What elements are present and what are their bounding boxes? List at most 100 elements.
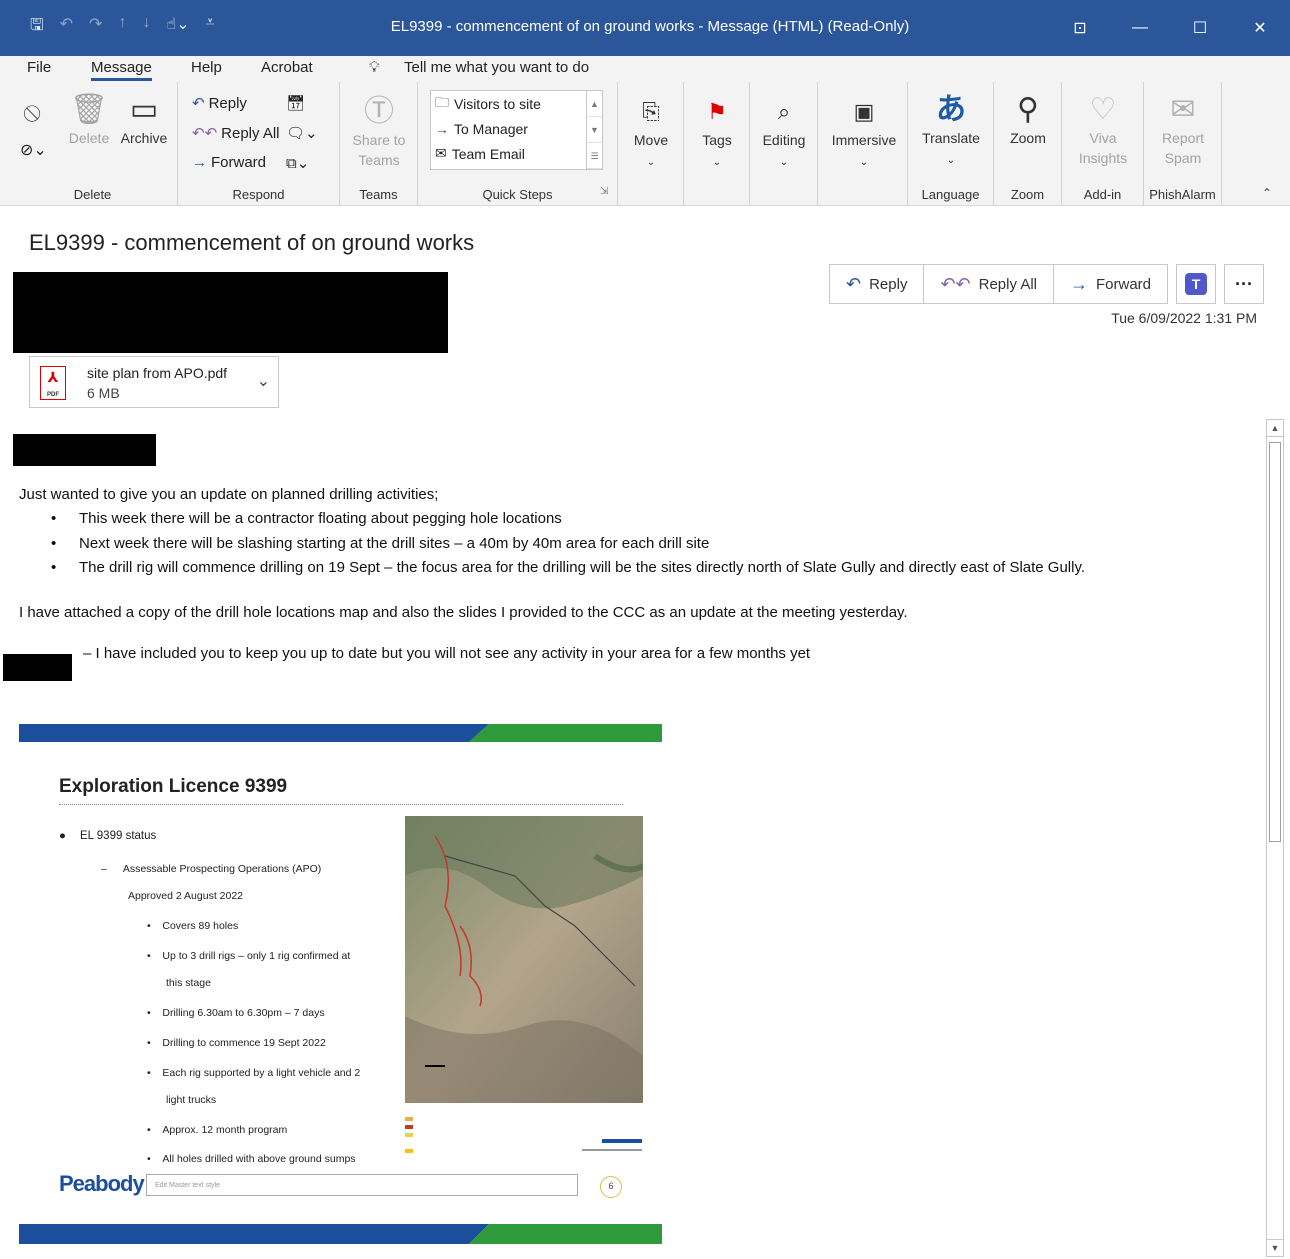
- scroll-down-icon[interactable]: ▼: [587, 117, 602, 143]
- slide-item: • Each rig supported by a light vehicle …: [147, 1067, 361, 1079]
- tab-acrobat[interactable]: Acrobat: [261, 59, 313, 76]
- slide-bullet: ● EL 9399 status: [59, 830, 157, 842]
- forward-button[interactable]: → Forward: [192, 154, 266, 171]
- archive-button[interactable]: ▭ Archive: [114, 92, 174, 148]
- maximize-icon[interactable]: ☐: [1170, 0, 1230, 56]
- reply-button[interactable]: ↶ Reply: [192, 94, 247, 113]
- viva-insights-icon: ♡: [1089, 93, 1117, 126]
- trash-icon: 🗑︎: [69, 93, 109, 126]
- list-item: Next week there will be slashing startin…: [19, 532, 1259, 557]
- scroll-down-icon[interactable]: ▼: [1267, 1239, 1283, 1256]
- more-actions-button[interactable]: ···: [1224, 264, 1264, 304]
- quick-steps-gallery: 🗀 Visitors to site → To Manager ✉ Team Emai…: [430, 90, 603, 171]
- slide-item: • Covers 89 holes: [147, 920, 239, 932]
- scroll-up-icon[interactable]: ▲: [1267, 420, 1283, 437]
- translate-button[interactable]: あ Translate ⌄: [912, 92, 990, 171]
- group-label: Respond: [232, 187, 285, 202]
- reply-all-icon: ↶↶: [192, 125, 218, 142]
- group-label: Quick Steps: [482, 187, 553, 202]
- close-icon[interactable]: ✕: [1230, 0, 1290, 56]
- attachment-card[interactable]: ⅄ PDF site plan from APO.pdf 6 MB ⌄: [29, 356, 279, 408]
- slide-footer-box: Edit Master text style: [146, 1174, 578, 1196]
- arrow-right-icon: →: [435, 120, 449, 137]
- group-label: Zoom: [1010, 187, 1045, 202]
- more-icon[interactable]: ☰: [587, 143, 602, 169]
- group-quick-steps: 🗀 Visitors to site → To Manager ✉ Team Emai…: [418, 82, 618, 206]
- chevron-down-icon[interactable]: ⌄: [257, 371, 270, 391]
- group-language: あ Translate ⌄ Language: [908, 82, 994, 206]
- junk-icon[interactable]: ⊘⌄: [20, 138, 47, 164]
- immersive-button[interactable]: ▣ Immersive ⌄: [824, 94, 904, 173]
- quick-step-manager[interactable]: → To Manager: [431, 116, 602, 141]
- tab-file[interactable]: File: [27, 59, 51, 76]
- zoom-button[interactable]: ⚲ Zoom: [998, 92, 1058, 148]
- ribbon-display-icon[interactable]: ⊡: [1050, 0, 1110, 56]
- slide-item-cont: light trucks: [166, 1094, 217, 1106]
- vertical-scrollbar[interactable]: ▲ ▼: [1266, 419, 1284, 1257]
- group-teams: Ⓣ Share to Teams Teams: [340, 82, 418, 206]
- magnifier-icon: ⚲: [1017, 93, 1039, 126]
- minimize-icon[interactable]: —: [1110, 0, 1170, 56]
- flag-icon: ⚑: [707, 99, 727, 124]
- scroll-up-icon[interactable]: ▲: [587, 91, 602, 117]
- sent-date: Tue 6/09/2022 1:31 PM: [1111, 310, 1257, 326]
- body-paragraph: I have attached a copy of the drill hole…: [19, 603, 908, 621]
- forward-action-button[interactable]: → Forward: [1054, 265, 1167, 303]
- group-immersive: ▣ Immersive ⌄: [818, 82, 908, 206]
- ignore-icon[interactable]: 🚫︎: [22, 102, 42, 128]
- tags-button[interactable]: ⚑ Tags ⌄: [690, 94, 744, 173]
- slide-item: • Up to 3 drill rigs – only 1 rig confir…: [147, 950, 351, 962]
- reply-icon: ↶: [846, 273, 862, 294]
- slide-item: • All holes drilled with above ground su…: [147, 1153, 356, 1165]
- quick-step-team-email[interactable]: ✉ Team Email: [431, 141, 602, 166]
- embedded-slide-image: Exploration Licence 9399 ● EL 9399 status…: [19, 724, 662, 1204]
- reply-all-action-button[interactable]: ↶↶ Reply All: [924, 265, 1054, 303]
- reply-icon: ↶: [192, 95, 205, 112]
- quick-step-visitors[interactable]: 🗀 Visitors to site: [431, 91, 602, 116]
- im-icon[interactable]: 🗨⌄: [286, 124, 318, 142]
- slide-header-bar: [19, 724, 662, 742]
- tell-me-search[interactable]: Tell me what you want to do: [404, 59, 589, 76]
- ribbon-tabs: File Message Help Acrobat 💡︎ Tell me wha…: [0, 56, 1290, 82]
- site-map-image: [405, 816, 643, 1103]
- delete-button[interactable]: 🗑︎ Delete: [64, 92, 114, 148]
- group-phishalarm: ✉ Report Spam PhishAlarm: [1144, 82, 1222, 206]
- group-label: Delete: [73, 187, 112, 202]
- tab-help[interactable]: Help: [191, 59, 222, 76]
- forward-icon: →: [192, 154, 207, 171]
- meeting-icon[interactable]: 📅︎: [286, 94, 305, 112]
- translate-icon: あ: [936, 93, 966, 126]
- share-to-teams-button[interactable]: Ⓣ Share to Teams: [344, 94, 414, 170]
- immersive-reader-icon: ▣: [853, 99, 875, 124]
- list-item: This week there will be a contractor flo…: [19, 507, 1259, 532]
- reply-all-button[interactable]: ↶↶ Reply All: [192, 124, 280, 143]
- report-spam-button[interactable]: ✉ Report Spam: [1148, 92, 1218, 168]
- redacted-greeting: [13, 434, 156, 466]
- slide-divider: [59, 804, 623, 805]
- scroll-thumb[interactable]: [1269, 442, 1281, 842]
- peabody-logo: Peabody: [59, 1171, 145, 1196]
- move-button[interactable]: ⎘ Move ⌄: [624, 94, 678, 173]
- reply-all-icon: ↶↶: [940, 273, 971, 294]
- message-actions: ↶ Reply ↶↶ Reply All → Forward T ···: [829, 264, 1264, 304]
- group-add-in: ♡ Viva Insights Add-in: [1062, 82, 1144, 206]
- map-legend: [402, 1109, 646, 1169]
- teams-button[interactable]: T: [1176, 264, 1216, 304]
- collapse-ribbon-icon[interactable]: ⌃: [1262, 186, 1272, 200]
- viva-insights-button[interactable]: ♡ Viva Insights: [1066, 92, 1140, 168]
- quick-steps-scroller[interactable]: ▲ ▼ ☰: [586, 91, 602, 171]
- forward-icon: →: [1069, 273, 1088, 294]
- more-respond-icon[interactable]: ⧉⌄: [286, 154, 309, 172]
- group-delete: 🚫︎ ⊘⌄ 🗑︎ Delete ▭ Archive Delete: [8, 82, 178, 206]
- move-icon: ⎘: [642, 99, 660, 124]
- editing-button[interactable]: ⌕ Editing ⌄: [754, 94, 814, 173]
- group-label: Add-in: [1083, 187, 1122, 202]
- redacted-sender-block: [13, 272, 448, 353]
- group-move: ⎘ Move ⌄: [618, 82, 684, 206]
- pdf-icon: ⅄ PDF: [40, 366, 66, 400]
- slide-title: Exploration Licence 9399: [59, 776, 288, 797]
- group-label: Language: [921, 187, 980, 202]
- tab-message[interactable]: Message: [91, 59, 152, 81]
- reply-action-button[interactable]: ↶ Reply: [830, 265, 925, 303]
- message-subject: EL9399 - commencement of on ground works: [29, 230, 475, 255]
